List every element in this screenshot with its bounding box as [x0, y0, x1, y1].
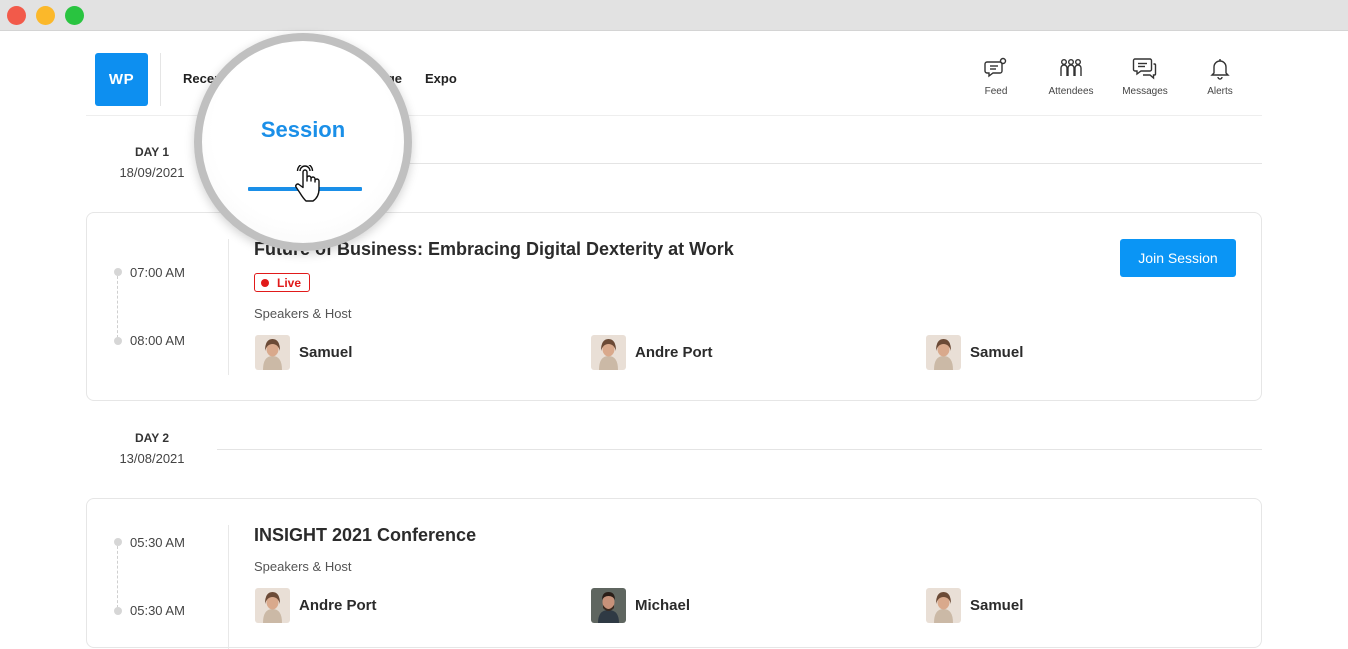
speaker-item[interactable]: Samuel [255, 335, 352, 370]
session-start-time: 05:30 AM [130, 535, 185, 550]
nav-alerts[interactable]: Alerts [1190, 56, 1250, 97]
speaker-item[interactable]: Michael [591, 588, 690, 623]
speaker-avatar [255, 335, 290, 370]
nav-item-expo[interactable]: Expo [425, 71, 457, 86]
speaker-item[interactable]: Samuel [926, 588, 1023, 623]
bell-icon [1210, 59, 1230, 80]
card-column-divider [228, 239, 229, 375]
session-end-time: 08:00 AM [130, 333, 185, 348]
day-2-header: DAY 2 13/08/2021 [110, 431, 194, 466]
logo-divider [160, 53, 161, 106]
nav-attendees-label: Attendees [1048, 86, 1094, 97]
start-time-dot [114, 268, 122, 276]
app-logo[interactable]: WP [95, 53, 148, 106]
speaker-name: Michael [635, 597, 691, 614]
end-time-dot [114, 337, 122, 345]
nav-messages[interactable]: Messages [1115, 56, 1175, 97]
day-divider [217, 449, 1262, 450]
speaker-avatar [255, 588, 290, 623]
nav-feed[interactable]: Feed [966, 56, 1026, 97]
card-column-divider [228, 525, 229, 649]
session-card: 05:30 AM 05:30 AM INSIGHT 2021 Conferenc… [86, 498, 1262, 649]
live-badge: Live [254, 273, 311, 292]
nav-item-session[interactable]: Session [202, 117, 404, 143]
speaker-avatar [926, 588, 961, 623]
nav-feed-label: Feed [984, 86, 1008, 97]
day-title: DAY 2 [134, 431, 170, 445]
speaker-item[interactable]: Andre Port [255, 588, 377, 623]
nav-messages-label: Messages [1122, 86, 1168, 97]
speakers-host-label: Speakers & Host [254, 559, 352, 574]
end-time-dot [114, 607, 122, 615]
close-window-button[interactable] [7, 6, 26, 25]
speaker-avatar [591, 588, 626, 623]
speaker-name: Samuel [970, 597, 1024, 614]
pointer-hand-icon [295, 165, 320, 202]
window-titlebar [0, 0, 1348, 31]
nav-alerts-label: Alerts [1207, 86, 1233, 97]
maximize-window-button[interactable] [65, 6, 84, 25]
nav-attendees[interactable]: Attendees [1041, 56, 1101, 97]
minimize-window-button[interactable] [36, 6, 55, 25]
speaker-name: Samuel [970, 344, 1024, 361]
start-time-dot [114, 538, 122, 546]
day-date: 13/08/2021 [119, 451, 185, 466]
session-end-time: 05:30 AM [130, 603, 185, 618]
messages-icon [1132, 58, 1157, 80]
speaker-name: Samuel [299, 344, 353, 361]
live-badge-label: Live [277, 275, 302, 290]
feed-icon [984, 57, 1007, 78]
day-title: DAY 1 [134, 145, 170, 159]
join-session-button[interactable]: Join Session [1120, 239, 1236, 277]
attendees-icon [1060, 59, 1082, 76]
speakers-host-label: Speakers & Host [254, 306, 352, 321]
speaker-avatar [926, 335, 961, 370]
day-date: 18/09/2021 [119, 165, 185, 180]
session-title[interactable]: INSIGHT 2021 Conference [254, 525, 476, 546]
speaker-item[interactable]: Andre Port [591, 335, 713, 370]
speaker-item[interactable]: Samuel [926, 335, 1023, 370]
speaker-name: Andre Port [635, 344, 713, 361]
speaker-name: Andre Port [299, 597, 377, 614]
speaker-avatar [591, 335, 626, 370]
live-dot-icon [261, 278, 269, 287]
time-connector [117, 276, 118, 338]
magnifier-overlay: Session [194, 33, 412, 251]
day-1-header: DAY 1 18/09/2021 [110, 145, 194, 180]
session-start-time: 07:00 AM [130, 265, 185, 280]
time-connector [117, 546, 118, 608]
